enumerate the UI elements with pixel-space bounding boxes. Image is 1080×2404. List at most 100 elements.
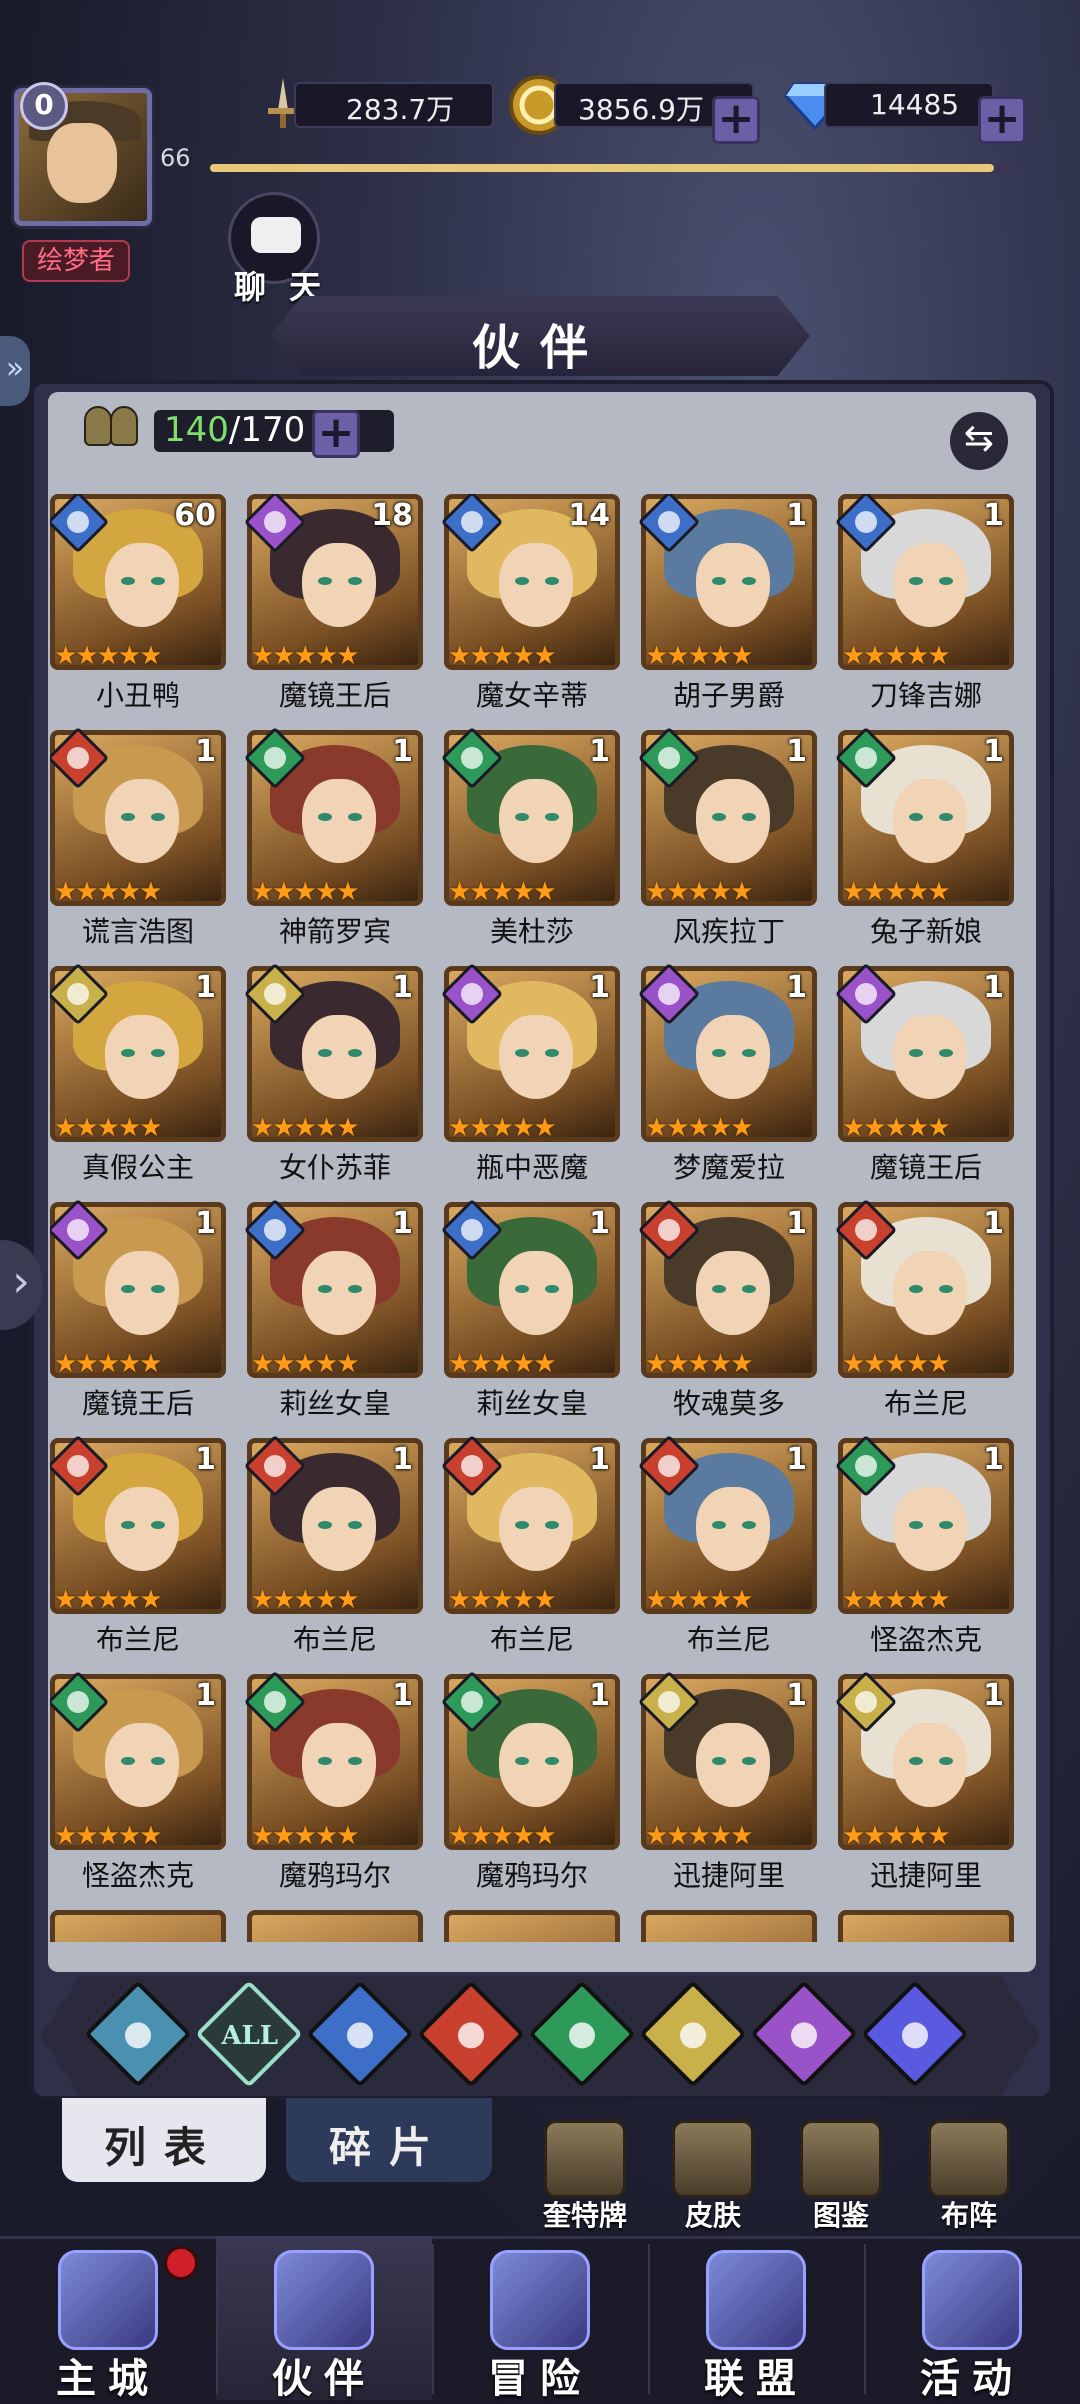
expand-capacity-button[interactable]: + bbox=[312, 410, 360, 458]
eye-shape bbox=[939, 813, 953, 821]
companion-name: 魔女辛蒂 bbox=[475, 679, 588, 712]
companion-card[interactable]: 1 ★★★★★ 魔镜王后 bbox=[834, 962, 1014, 1186]
nav-separator bbox=[864, 2244, 866, 2394]
companion-card[interactable]: 1 ★★★★★ 真假公主 bbox=[50, 962, 226, 1186]
companion-name: 迅捷阿里 bbox=[869, 1859, 982, 1892]
star-rating: ★★★★★ bbox=[645, 1349, 754, 1379]
star-rating: ★★★★★ bbox=[842, 877, 951, 907]
eye-shape bbox=[121, 1049, 135, 1057]
power-resource: 283.7万 bbox=[250, 74, 500, 132]
eye-shape bbox=[909, 577, 923, 585]
add-gems-button[interactable]: + bbox=[978, 96, 1026, 144]
nav-label: 伙伴 bbox=[272, 2356, 376, 2402]
companion-card[interactable]: 1 ★★★★★ 魔鸦玛尔 bbox=[440, 1670, 620, 1894]
companion-card[interactable]: 1 ★★★★★ 兔子新娘 bbox=[834, 726, 1014, 950]
companion-card[interactable]: 1 ★★★★★ 莉丝女皇 bbox=[440, 1198, 620, 1422]
eye-shape bbox=[712, 813, 726, 821]
eye-shape bbox=[515, 1049, 529, 1057]
companion-card[interactable]: 1 ★★★★★ 怪盗杰克 bbox=[834, 1434, 1014, 1658]
eye-shape bbox=[939, 1521, 953, 1529]
add-gold-button[interactable]: + bbox=[712, 96, 760, 144]
eye-shape bbox=[545, 813, 559, 821]
companion-name: 布兰尼 bbox=[292, 1623, 377, 1656]
companion-card[interactable]: 1 ★★★★★ 神箭罗宾 bbox=[243, 726, 423, 950]
eye-shape bbox=[545, 1521, 559, 1529]
companion-count: 1 bbox=[195, 734, 216, 769]
companion-card-partial[interactable] bbox=[247, 1910, 423, 1942]
companion-card[interactable]: 1 ★★★★★ 莉丝女皇 bbox=[243, 1198, 423, 1422]
companion-card[interactable]: 1 ★★★★★ 瓶中恶魔 bbox=[440, 962, 620, 1186]
companion-card[interactable]: 1 ★★★★★ 谎言浩图 bbox=[50, 726, 226, 950]
eye-shape bbox=[712, 1285, 726, 1293]
eye-shape bbox=[545, 1757, 559, 1765]
quick-action-button[interactable]: 布阵 bbox=[914, 2120, 1024, 2240]
expand-side-icon[interactable]: » bbox=[0, 336, 30, 406]
eye-shape bbox=[151, 1285, 165, 1293]
star-rating: ★★★★★ bbox=[251, 1113, 360, 1143]
companion-card[interactable]: 1 ★★★★★ 布兰尼 bbox=[440, 1434, 620, 1658]
star-rating: ★★★★★ bbox=[448, 1585, 557, 1615]
eye-shape bbox=[742, 1757, 756, 1765]
face-shape bbox=[696, 1015, 770, 1099]
companion-card[interactable]: 1 ★★★★★ 布兰尼 bbox=[50, 1434, 226, 1658]
eye-shape bbox=[318, 1757, 332, 1765]
companion-card[interactable]: 1 ★★★★★ 风疾拉丁 bbox=[637, 726, 817, 950]
companion-card[interactable]: 1 ★★★★★ 牧魂莫多 bbox=[637, 1198, 817, 1422]
companion-card[interactable]: 1 ★★★★★ 魔鸦玛尔 bbox=[243, 1670, 423, 1894]
star-rating: ★★★★★ bbox=[448, 877, 557, 907]
star-rating: ★★★★★ bbox=[251, 641, 360, 671]
companion-card-partial[interactable] bbox=[50, 1910, 226, 1942]
nav-wizard-hat[interactable]: 伙伴 bbox=[216, 2236, 432, 2402]
eye-shape bbox=[151, 813, 165, 821]
companion-card-partial[interactable] bbox=[641, 1910, 817, 1942]
player-title-badge[interactable]: 绘梦者 bbox=[22, 240, 130, 282]
tab-shards[interactable]: 碎片 bbox=[286, 2098, 492, 2182]
eye-shape bbox=[348, 1285, 362, 1293]
star-rating: ★★★★★ bbox=[448, 1821, 557, 1851]
nav-shield-crest[interactable]: 联盟 bbox=[648, 2236, 864, 2402]
quick-action-button[interactable]: 奎特牌 bbox=[530, 2120, 640, 2240]
companion-card[interactable]: 1 ★★★★★ 梦魔爱拉 bbox=[637, 962, 817, 1186]
companion-card[interactable]: 18 ★★★★★ 魔镜王后 bbox=[243, 494, 423, 714]
eye-shape bbox=[515, 1285, 529, 1293]
companion-name: 布兰尼 bbox=[883, 1387, 968, 1420]
companion-card-partial[interactable] bbox=[838, 1910, 1014, 1942]
companion-card[interactable]: 1 ★★★★★ 布兰尼 bbox=[834, 1198, 1014, 1422]
quick-action-button[interactable]: 皮肤 bbox=[658, 2120, 768, 2240]
nav-cards[interactable]: 活动 bbox=[864, 2236, 1080, 2402]
compass-star-icon bbox=[490, 2250, 590, 2350]
eye-shape bbox=[742, 577, 756, 585]
companion-card[interactable]: 1 ★★★★★ 美杜莎 bbox=[440, 726, 620, 950]
companion-card[interactable]: 14 ★★★★★ 魔女辛蒂 bbox=[440, 494, 620, 714]
tab-list[interactable]: 列表 bbox=[62, 2098, 266, 2182]
formation-icon bbox=[928, 2120, 1010, 2198]
face-shape bbox=[893, 1015, 967, 1099]
star-rating: ★★★★★ bbox=[54, 641, 163, 671]
companion-count: 1 bbox=[983, 1678, 1004, 1713]
eye-shape bbox=[348, 1757, 362, 1765]
companion-count: 18 bbox=[371, 498, 413, 533]
companion-card[interactable]: 1 ★★★★★ 布兰尼 bbox=[637, 1434, 817, 1658]
companion-name: 魔镜王后 bbox=[869, 1151, 982, 1184]
face-shape bbox=[499, 1487, 573, 1571]
nav-compass-star[interactable]: 冒险 bbox=[432, 2236, 648, 2402]
companion-card[interactable]: 1 ★★★★★ 怪盗杰克 bbox=[50, 1670, 226, 1894]
companion-card[interactable]: 1 ★★★★★ 刀锋吉娜 bbox=[834, 494, 1014, 714]
companion-card[interactable]: 1 ★★★★★ 迅捷阿里 bbox=[637, 1670, 817, 1894]
quick-action-button[interactable]: 图鉴 bbox=[786, 2120, 896, 2240]
face-shape bbox=[893, 1723, 967, 1807]
companion-card[interactable]: 1 ★★★★★ 胡子男爵 bbox=[637, 494, 817, 714]
sort-swap-icon[interactable]: ⇆ bbox=[950, 412, 1008, 470]
companion-card[interactable]: 1 ★★★★★ 女仆苏菲 bbox=[243, 962, 423, 1186]
nav-label: 主城 bbox=[56, 2356, 160, 2402]
face-shape bbox=[302, 1723, 376, 1807]
companion-card[interactable]: 1 ★★★★★ 布兰尼 bbox=[243, 1434, 423, 1658]
companion-card[interactable]: 60 ★★★★★ 小丑鸭 bbox=[50, 494, 226, 714]
companion-portrait bbox=[641, 1910, 817, 1942]
companion-card[interactable]: 1 ★★★★★ 迅捷阿里 bbox=[834, 1670, 1014, 1894]
companion-count: 1 bbox=[195, 970, 216, 1005]
face-shape bbox=[105, 1723, 179, 1807]
eye-shape bbox=[348, 1521, 362, 1529]
companion-card-partial[interactable] bbox=[444, 1910, 620, 1942]
companion-card[interactable]: 1 ★★★★★ 魔镜王后 bbox=[50, 1198, 226, 1422]
